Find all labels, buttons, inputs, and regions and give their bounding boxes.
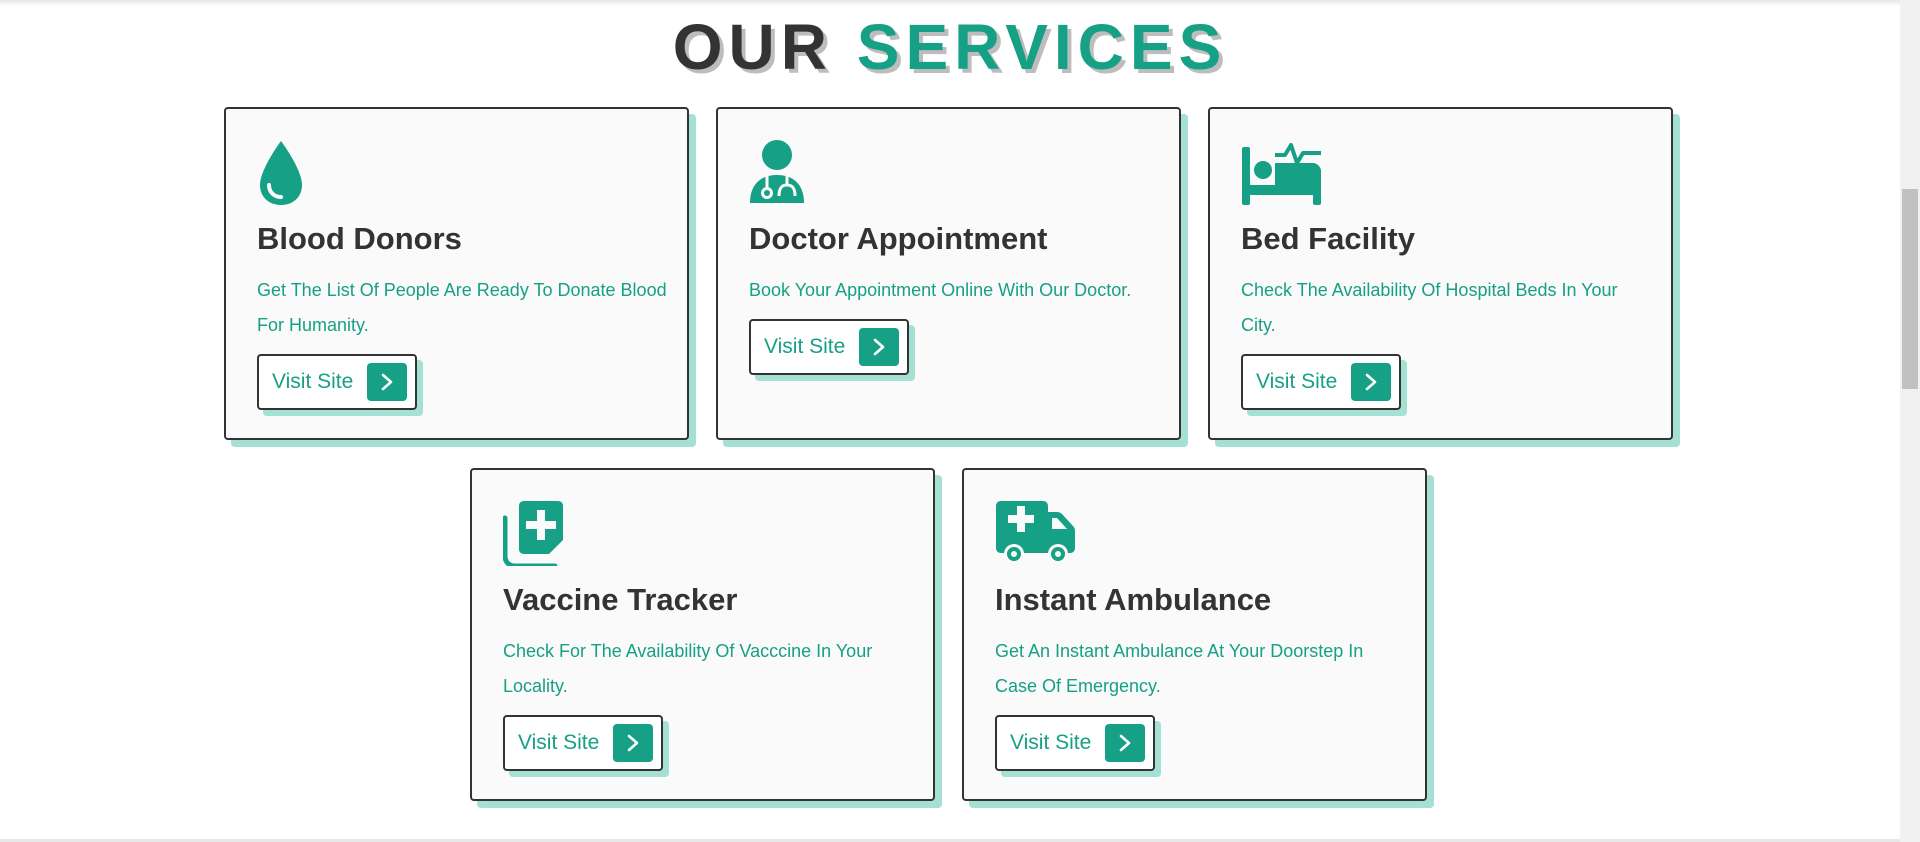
- service-card-bed-facility: Bed Facility Check The Availability Of H…: [1208, 107, 1673, 440]
- blood-drop-icon: [257, 139, 341, 205]
- button-label: Visit Site: [1256, 370, 1338, 393]
- button-label: Visit Site: [1010, 731, 1092, 754]
- card-description: Book Your Appointment Online With Our Do…: [749, 280, 1132, 300]
- vertical-scrollbar[interactable]: [1900, 0, 1920, 842]
- card-description: Check For The Availability Of Vacccine I…: [503, 641, 873, 696]
- chevron-right-icon: [613, 724, 653, 762]
- button-label: Visit Site: [272, 370, 354, 393]
- chevron-right-icon: [859, 328, 899, 366]
- service-card-blood-donors: Blood Donors Get The List Of People Are …: [224, 107, 689, 440]
- section-title-part1: OUR: [672, 11, 833, 83]
- scrollbar-thumb[interactable]: [1902, 189, 1918, 389]
- chevron-right-icon: [367, 363, 407, 401]
- visit-site-button[interactable]: Visit Site: [257, 354, 417, 410]
- doctor-icon: [749, 139, 833, 205]
- visit-site-button[interactable]: Visit Site: [749, 319, 909, 375]
- card-description: Get An Instant Ambulance At Your Doorste…: [995, 641, 1364, 696]
- service-card-doctor-appointment: Doctor Appointment Book Your Appointment…: [716, 107, 1181, 440]
- card-title: Instant Ambulance: [995, 582, 1272, 617]
- visit-site-button[interactable]: Visit Site: [995, 715, 1155, 771]
- card-title: Blood Donors: [257, 221, 462, 256]
- chevron-right-icon: [1351, 363, 1391, 401]
- section-title-part2: SERVICES: [856, 11, 1228, 83]
- chevron-right-icon: [1105, 724, 1145, 762]
- visit-site-button[interactable]: Visit Site: [1241, 354, 1401, 410]
- card-description: Get The List Of People Are Ready To Dona…: [257, 280, 667, 335]
- medical-kit-icon: [503, 500, 587, 566]
- header-shadow: [0, 0, 1900, 6]
- ambulance-icon: [995, 500, 1079, 566]
- card-title: Bed Facility: [1241, 221, 1415, 256]
- button-label: Visit Site: [518, 731, 600, 754]
- hospital-bed-icon: [1241, 139, 1325, 205]
- button-label: Visit Site: [764, 335, 846, 358]
- services-page: OUR SERVICES Blood Donors Get The List O…: [0, 0, 1920, 842]
- section-title: OUR SERVICES: [0, 8, 1900, 86]
- card-title: Doctor Appointment: [749, 221, 1048, 256]
- service-card-vaccine-tracker: Vaccine Tracker Check For The Availabili…: [470, 468, 935, 801]
- visit-site-button[interactable]: Visit Site: [503, 715, 663, 771]
- card-title: Vaccine Tracker: [503, 582, 738, 617]
- service-card-instant-ambulance: Instant Ambulance Get An Instant Ambulan…: [962, 468, 1427, 801]
- card-description: Check The Availability Of Hospital Beds …: [1241, 280, 1618, 335]
